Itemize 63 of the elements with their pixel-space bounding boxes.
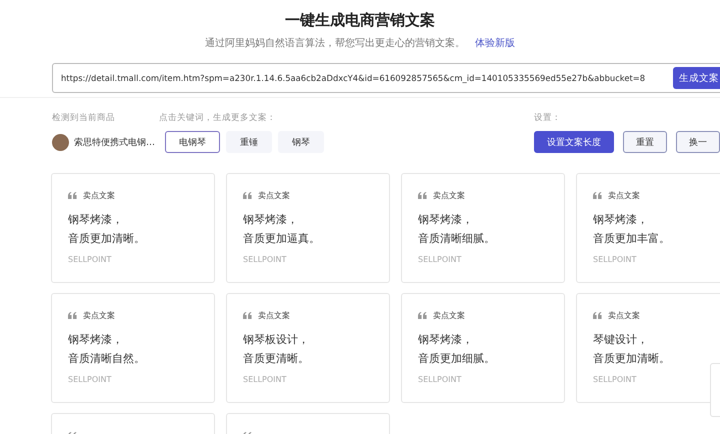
copy-text-line: 音质更加丰富。 [593, 231, 671, 247]
card-tag: 卖点文案 [608, 190, 640, 200]
settings-button[interactable]: 重置 [623, 131, 667, 153]
copy-card[interactable]: 卖点文案 钢琴烤漆， 音质更加逼真。 SELLPOINT [226, 173, 390, 283]
quote-icon [418, 192, 427, 198]
copy-card[interactable]: 卖点文案 钢琴烤漆， 音质更加丰富。 SELLPOINT [576, 173, 720, 283]
copy-card[interactable]: 卖点文案 钢琴烤漆， 音质更加细腻。 SELLPOINT [401, 293, 565, 403]
generate-button[interactable]: 生成文案 [673, 67, 720, 89]
keywords-label: 点击关键词，生成更多文案： [159, 112, 278, 124]
settings-button[interactable]: 设置文案长度 [534, 131, 614, 153]
copy-text-line: 音质更清晰。 [243, 351, 310, 367]
copy-text-line: 琴键设计， [593, 332, 649, 348]
copy-text-line: 音质更加逼真。 [243, 231, 321, 247]
subtitle: 通过阿里妈妈自然语言算法，帮您写出更走心的营销文案。 [205, 36, 465, 50]
try-new-version-link[interactable]: 体验新版 [475, 36, 515, 50]
product-name: 索思特便携式电钢… [74, 136, 155, 149]
quote-icon [418, 312, 427, 318]
copy-card[interactable]: 卖点文案 钢琴烤漆， 音质更加清晰。 SELLPOINT [51, 173, 215, 283]
card-tag: 卖点文案 [433, 190, 465, 200]
card-footer: SELLPOINT [68, 375, 214, 384]
card-footer: SELLPOINT [593, 255, 720, 264]
copy-text-line: 音质更加清晰。 [593, 351, 671, 367]
card-footer: SELLPOINT [68, 255, 214, 264]
quote-icon [68, 192, 77, 198]
copy-text-line: 钢琴烤漆， [418, 212, 474, 228]
card-footer: SELLPOINT [243, 375, 389, 384]
card-tag: 卖点文案 [258, 310, 290, 320]
copy-text-line: 钢琴烤漆， [243, 212, 299, 228]
card-footer: SELLPOINT [593, 375, 720, 384]
copy-text-line: 音质清晰自然。 [68, 351, 146, 367]
copy-text-line: 钢琴板设计， [243, 332, 310, 348]
copy-text-line: 钢琴烤漆， [418, 332, 474, 348]
product-label: 检测到当前商品 [52, 112, 116, 124]
card-footer: SELLPOINT [418, 375, 564, 384]
quote-icon [593, 192, 602, 198]
card-tag: 卖点文案 [83, 310, 115, 320]
card-tag: 卖点文案 [608, 310, 640, 320]
url-input-field[interactable]: https://detail.tmall.com/item.htm?spm=a230r.1.14.6.5aa6cb2aDdxcY4&id=616092857565&cm_id=140105335569ed55e27b&abbucket=8 生成文案 [52, 63, 720, 93]
card-footer: SELLPOINT [418, 255, 564, 264]
keyword-chip[interactable]: 电钢琴 [165, 131, 220, 153]
settings-button[interactable]: 换一 [676, 131, 720, 153]
card-tag: 卖点文案 [433, 310, 465, 320]
copy-text-line: 音质更加清晰。 [68, 231, 146, 247]
quote-icon [593, 312, 602, 318]
copy-text-line: 音质更加细腻。 [418, 351, 496, 367]
keyword-chip[interactable]: 重锤 [226, 131, 272, 153]
copy-text-line: 钢琴烤漆， [593, 212, 649, 228]
settings-label: 设置： [534, 112, 562, 124]
copy-card[interactable]: 卖点文案 钢琴烤漆， 音质清晰细腻。 SELLPOINT [401, 173, 565, 283]
copy-text-line: 钢琴烤漆， [68, 212, 124, 228]
page-title: 一键生成电商营销文案 [285, 11, 435, 30]
copy-card[interactable]: 卖点文案 钢琴烤漆， 音质清晰自然。 SELLPOINT [51, 293, 215, 403]
card-footer: SELLPOINT [243, 255, 389, 264]
copy-text-line: 音质清晰细腻。 [418, 231, 496, 247]
card-tag: 卖点文案 [83, 190, 115, 200]
product-thumbnail [52, 134, 69, 151]
quote-icon [243, 312, 252, 318]
copy-text-line: 钢琴烤漆， [68, 332, 124, 348]
quote-icon [243, 192, 252, 198]
quote-icon [68, 312, 77, 318]
card-tag: 卖点文案 [258, 190, 290, 200]
keyword-chip[interactable]: 钢琴 [278, 131, 324, 153]
copy-card[interactable]: 卖点文案 钢琴板设计， 音质更清晰。 SELLPOINT [226, 293, 390, 403]
